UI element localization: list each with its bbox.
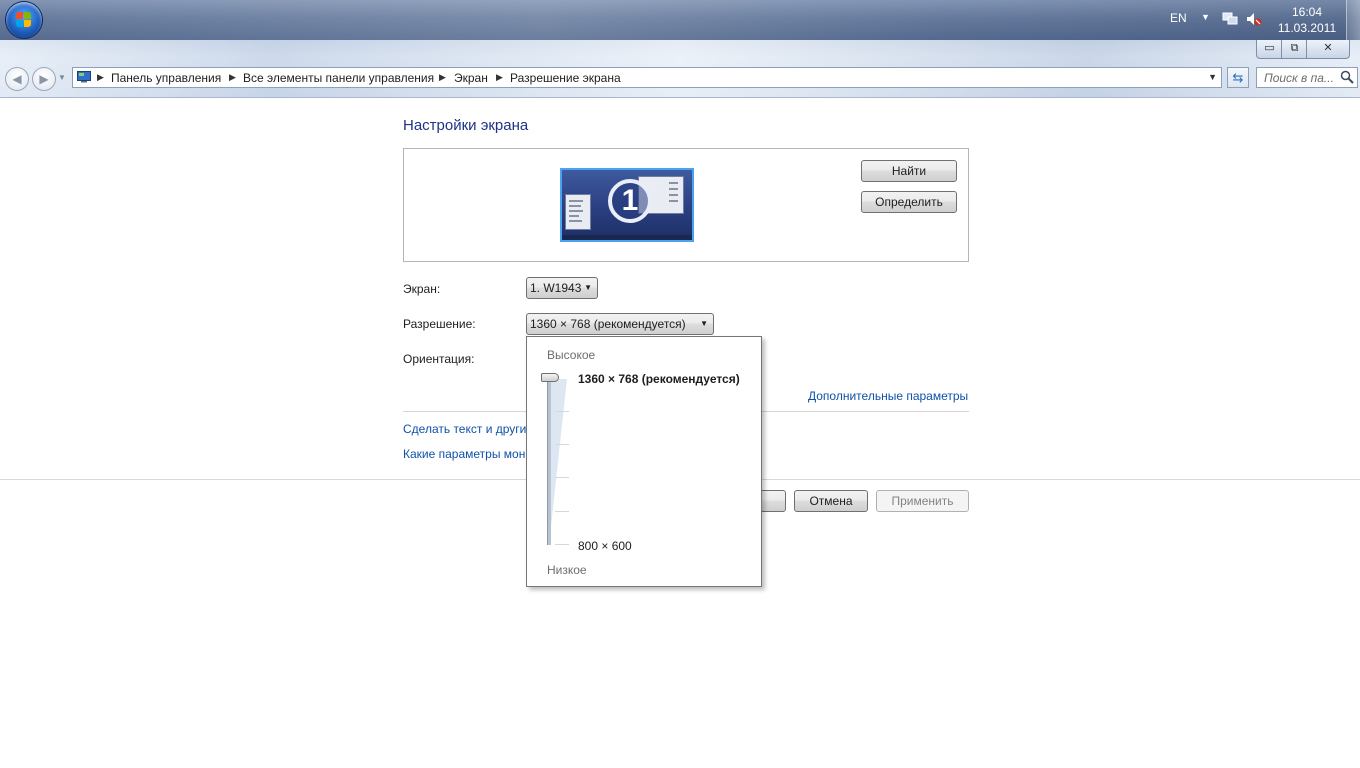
- address-bar[interactable]: ▶ Панель управления ▶ Все элементы панел…: [72, 67, 1222, 88]
- search-input[interactable]: [1257, 68, 1344, 87]
- close-button[interactable]: ✕: [1306, 40, 1350, 59]
- resolution-dropdown: Высокое 1360 × 768 (рекомендуется) 800 ×…: [526, 336, 762, 587]
- breadcrumb-separator[interactable]: ▶: [439, 72, 446, 83]
- orientation-label: Ориентация:: [403, 352, 475, 366]
- address-dropdown-icon[interactable]: ▼: [1208, 72, 1217, 82]
- apply-button[interactable]: Применить: [876, 490, 969, 512]
- system-clock[interactable]: 16:04 11.03.2011: [1276, 4, 1338, 36]
- resolution-slider-thumb[interactable]: [541, 373, 559, 382]
- identify-button[interactable]: Определить: [861, 191, 957, 213]
- minimize-button[interactable]: ▭: [1256, 40, 1283, 59]
- search-icon[interactable]: [1340, 70, 1354, 84]
- slider-tick: [555, 411, 569, 412]
- screen-select[interactable]: 1. W1943 ▼: [526, 277, 598, 299]
- breadcrumb-separator[interactable]: ▶: [229, 72, 236, 83]
- breadcrumb-all-items[interactable]: Все элементы панели управления: [243, 71, 434, 85]
- clock-time: 16:04: [1291, 5, 1323, 19]
- screen-label: Экран:: [403, 282, 441, 296]
- back-button[interactable]: ◀: [5, 67, 29, 91]
- page-title: Настройки экрана: [403, 117, 529, 134]
- slider-tick: [555, 477, 569, 478]
- find-button[interactable]: Найти: [861, 160, 957, 182]
- slider-tick: [555, 511, 569, 512]
- max-resolution-label[interactable]: 1360 × 768 (рекомендуется): [578, 372, 740, 386]
- resolution-select-value: 1360 × 768 (рекомендуется): [530, 317, 686, 331]
- refresh-icon: ⇆: [1232, 70, 1244, 85]
- taskbar-glass: [0, 0, 1360, 40]
- breadcrumb-display[interactable]: Экран: [454, 71, 488, 85]
- high-label: Высокое: [547, 348, 596, 362]
- which-settings-link[interactable]: Какие параметры мон: [403, 447, 525, 461]
- resolution-select[interactable]: 1360 × 768 (рекомендуется) ▼: [526, 313, 714, 335]
- monitor-taskbar: [562, 235, 692, 240]
- breadcrumb-separator[interactable]: ▶: [496, 72, 503, 83]
- control-panel-icon: [77, 71, 91, 83]
- cancel-button[interactable]: Отмена: [794, 490, 868, 512]
- slider-wedge: [549, 379, 567, 545]
- slider-tick: [555, 544, 569, 545]
- chevron-down-icon: ▼: [700, 319, 708, 328]
- windows-logo-icon: [16, 12, 32, 28]
- monitor-1-preview[interactable]: 1: [560, 168, 694, 242]
- screen-select-value: 1. W1943: [530, 281, 582, 295]
- network-icon[interactable]: [1222, 12, 1238, 26]
- advanced-settings-link[interactable]: Дополнительные параметры: [808, 389, 968, 403]
- show-desktop-button[interactable]: [1346, 0, 1360, 40]
- monitor-number-badge: 1: [608, 179, 652, 223]
- resolution-slider-track[interactable]: [547, 379, 551, 545]
- breadcrumb-separator[interactable]: ▶: [97, 72, 104, 83]
- clock-date: 11.03.2011: [1277, 21, 1337, 35]
- monitor-preview-area: 1 Найти Определить: [403, 148, 969, 262]
- chevron-down-icon: ▼: [584, 283, 592, 292]
- start-button[interactable]: [6, 2, 42, 38]
- forward-button[interactable]: ▶: [32, 67, 56, 91]
- breadcrumb-control-panel[interactable]: Панель управления: [111, 71, 221, 85]
- recent-pages-icon[interactable]: ▼: [58, 73, 66, 82]
- search-box[interactable]: [1256, 67, 1358, 88]
- low-label: Низкое: [547, 563, 587, 577]
- maximize-button[interactable]: ⧉: [1281, 40, 1308, 59]
- taskbar: EN ▼ 16:04 11.03.2011: [0, 0, 1360, 41]
- volume-muted-icon[interactable]: [1246, 12, 1262, 26]
- refresh-button[interactable]: ⇆: [1227, 67, 1249, 88]
- resolution-label: Разрешение:: [403, 317, 476, 331]
- slider-tick: [555, 444, 569, 445]
- min-resolution-label[interactable]: 800 × 600: [578, 539, 632, 553]
- breadcrumb-screen-resolution[interactable]: Разрешение экрана: [510, 71, 621, 85]
- text-size-link[interactable]: Сделать текст и другие: [403, 422, 533, 436]
- mini-window-icon: [565, 194, 591, 230]
